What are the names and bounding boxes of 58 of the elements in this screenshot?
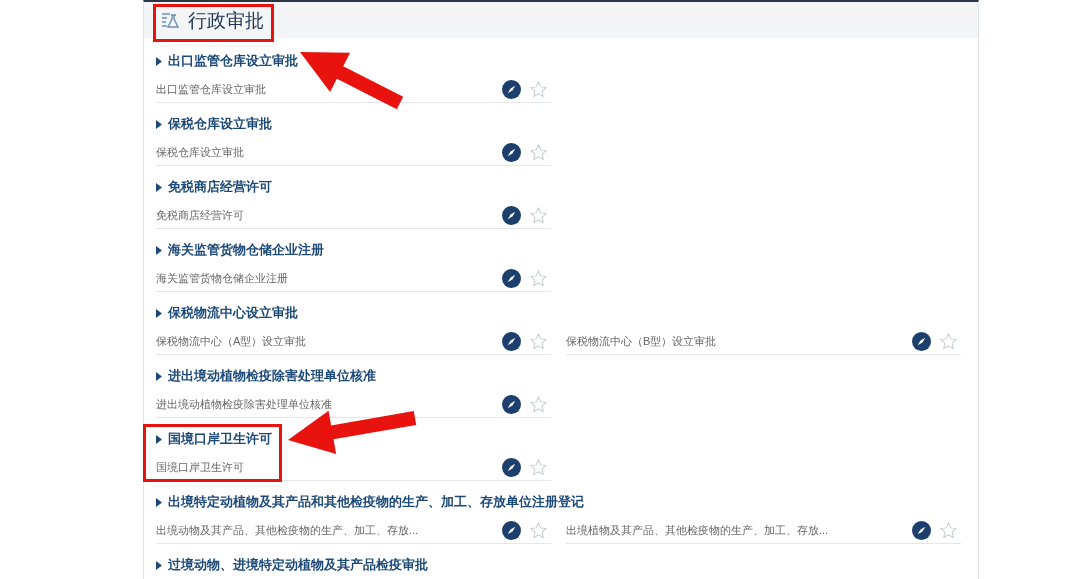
- entry-label: 保税物流中心（A型）设立审批: [156, 333, 308, 349]
- triangle-icon: [156, 434, 162, 444]
- compass-icon[interactable]: [912, 331, 931, 351]
- star-icon[interactable]: [529, 520, 548, 540]
- star-icon[interactable]: [939, 331, 958, 351]
- entry-row[interactable]: 出境植物及其产品、其他检疫物的生产、加工、存放...: [566, 517, 961, 544]
- entry-row[interactable]: 海关监管货物仓储企业注册: [156, 265, 551, 292]
- item-title[interactable]: 海关监管货物仓储企业注册: [156, 239, 978, 261]
- star-icon[interactable]: [529, 205, 548, 225]
- entry-row[interactable]: 国境口岸卫生许可: [156, 454, 551, 481]
- entry-label: 免税商店经营许可: [156, 207, 245, 223]
- item-title[interactable]: 出口监管仓库设立审批: [156, 50, 978, 72]
- entry-row[interactable]: 保税物流中心（B型）设立审批: [566, 328, 961, 355]
- entry-row[interactable]: 保税物流中心（A型）设立审批: [156, 328, 551, 355]
- star-icon[interactable]: [529, 268, 548, 288]
- star-icon[interactable]: [529, 331, 548, 351]
- compass-icon[interactable]: [912, 520, 931, 540]
- entry-label: 进出境动植物检疫除害处理单位核准: [156, 396, 333, 412]
- entry-label: 海关监管货物仓储企业注册: [156, 270, 289, 286]
- triangle-icon: [156, 308, 162, 318]
- item-title[interactable]: 免税商店经营许可: [156, 176, 978, 198]
- entry-label: 保税物流中心（B型）设立审批: [566, 333, 718, 349]
- section-title: 行政审批: [188, 7, 264, 33]
- compass-icon[interactable]: [502, 205, 521, 225]
- item-title[interactable]: 进出境动植物检疫除害处理单位核准: [156, 365, 978, 387]
- entry-label: 出境植物及其产品、其他检疫物的生产、加工、存放...: [566, 522, 830, 538]
- star-icon[interactable]: [529, 79, 548, 99]
- entry-label: 出境动物及其产品、其他检疫物的生产、加工、存放...: [156, 522, 420, 538]
- triangle-icon: [156, 182, 162, 192]
- item-title[interactable]: 保税仓库设立审批: [156, 113, 978, 135]
- triangle-icon: [156, 56, 162, 66]
- entry-row[interactable]: 保税仓库设立审批: [156, 139, 551, 166]
- triangle-icon: [156, 560, 162, 570]
- entry-row[interactable]: 出境动物及其产品、其他检疫物的生产、加工、存放...: [156, 517, 551, 544]
- compass-icon[interactable]: [502, 142, 521, 162]
- compass-icon[interactable]: [502, 79, 521, 99]
- star-icon[interactable]: [529, 394, 548, 414]
- entry-label: 保税仓库设立审批: [156, 144, 245, 160]
- entry-label: 出口监管仓库设立审批: [156, 81, 267, 97]
- document-flask-icon: [160, 10, 180, 30]
- item-title[interactable]: 保税物流中心设立审批: [156, 302, 978, 324]
- item-title[interactable]: 国境口岸卫生许可: [156, 428, 978, 450]
- triangle-icon: [156, 371, 162, 381]
- item-title[interactable]: 过境动物、进境特定动植物及其产品检疫审批: [156, 554, 978, 576]
- compass-icon[interactable]: [502, 331, 521, 351]
- triangle-icon: [156, 245, 162, 255]
- star-icon[interactable]: [529, 142, 548, 162]
- compass-icon[interactable]: [502, 457, 521, 477]
- entry-label: 国境口岸卫生许可: [156, 459, 245, 475]
- compass-icon[interactable]: [502, 394, 521, 414]
- triangle-icon: [156, 119, 162, 129]
- entry-row[interactable]: 免税商店经营许可: [156, 202, 551, 229]
- star-icon[interactable]: [529, 457, 548, 477]
- compass-icon[interactable]: [502, 520, 521, 540]
- compass-icon[interactable]: [502, 268, 521, 288]
- item-title[interactable]: 出境特定动植物及其产品和其他检疫物的生产、加工、存放单位注册登记: [156, 491, 978, 513]
- star-icon[interactable]: [939, 520, 958, 540]
- triangle-icon: [156, 497, 162, 507]
